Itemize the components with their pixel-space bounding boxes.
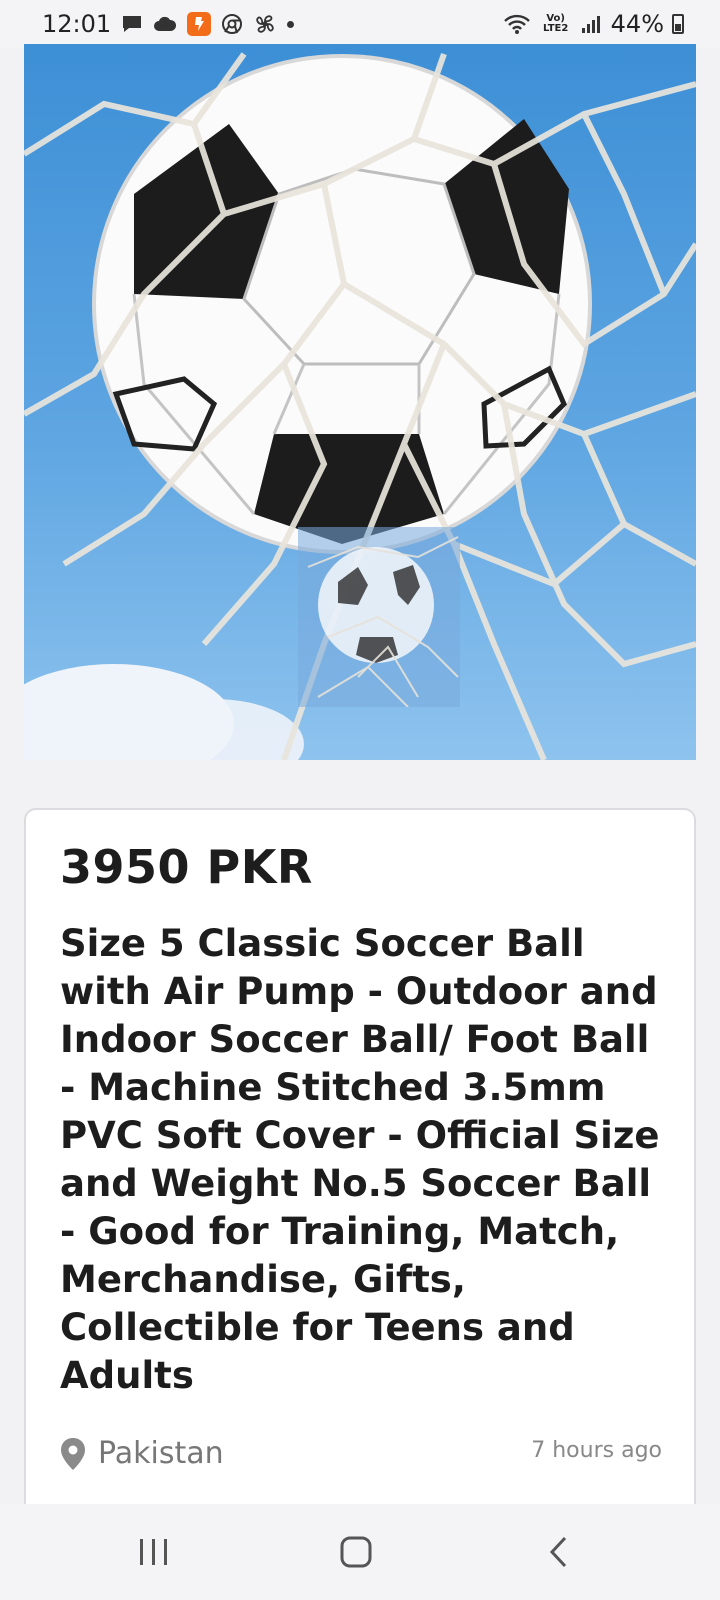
status-time: 12:01 [42,10,112,38]
recents-button[interactable] [124,1532,184,1576]
status-bar: 12:01 Vo) LTE2 44% [0,0,720,48]
status-right: Vo) LTE2 44% [503,10,684,38]
location-pin-icon [60,1437,86,1471]
cloud-icon [153,15,177,33]
more-notifications-dot [287,20,295,28]
posted-time: 7 hours ago [531,1438,662,1463]
listing-card[interactable]: 3950 PKR Size 5 Classic Soccer Ball with… [24,808,696,1528]
recents-icon [137,1537,171,1571]
thumbnail-overlay [298,527,460,707]
navigation-bar [0,1504,720,1600]
home-icon [339,1535,373,1573]
network-label: Vo) LTE2 [542,13,569,34]
chrome-icon [221,13,243,35]
listing-location: Pakistan [60,1436,224,1471]
status-left: 12:01 [42,10,295,38]
wifi-icon [503,13,531,35]
battery-icon [672,14,684,34]
home-button[interactable] [326,1532,386,1576]
signal-icon [581,14,603,34]
back-button[interactable] [528,1532,588,1576]
listing-title: Size 5 Classic Soccer Ball with Air Pump… [60,922,660,1397]
message-icon [121,14,143,34]
listing-price: 3950 PKR [60,840,313,894]
location-text: Pakistan [98,1436,224,1471]
app-notification-icon [187,12,212,36]
battery-percent: 44% [610,10,664,38]
product-image[interactable] [24,44,696,760]
fan-icon [253,12,277,36]
back-icon [547,1535,569,1573]
